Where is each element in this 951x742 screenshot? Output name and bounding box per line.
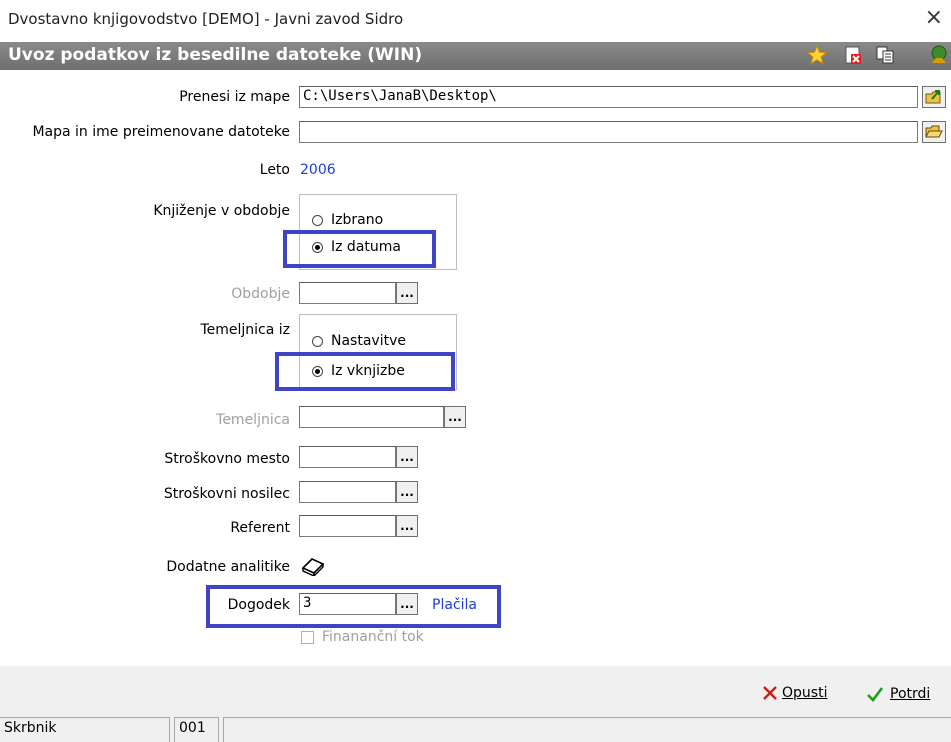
dogodek-label: Dogodek xyxy=(227,597,290,613)
leto-label: Leto xyxy=(259,162,290,178)
document-delete-icon[interactable] xyxy=(842,44,864,66)
stroskovni-nosilec-label: Stroškovni nosilec xyxy=(163,486,290,502)
window-title: Dvostavno knjigovodstvo [DEMO] - Javni z… xyxy=(8,10,404,28)
star-icon[interactable] xyxy=(806,44,828,66)
stroskovni-nosilec-input[interactable] xyxy=(299,481,396,503)
close-icon[interactable]: × xyxy=(925,6,943,30)
radio-nastavitve[interactable]: Nastavitve xyxy=(312,333,406,349)
stroskovno-mesto-input[interactable] xyxy=(299,446,396,468)
obdobje-input[interactable] xyxy=(299,282,396,304)
radio-nastavitve-label: Nastavitve xyxy=(331,333,406,349)
opusti-label: Opusti xyxy=(782,685,828,701)
folder-browse-button[interactable] xyxy=(922,86,946,108)
radio-izbrano[interactable]: Izbrano xyxy=(312,212,383,228)
leto-value: 2006 xyxy=(300,162,336,178)
obdobje-browse-button[interactable]: ... xyxy=(396,282,418,304)
opusti-button[interactable]: Opusti xyxy=(762,685,827,701)
status-user: Skrbnik xyxy=(0,717,170,742)
status-extra xyxy=(223,717,951,742)
copy-icon[interactable] xyxy=(874,44,896,66)
radio-izbrano-label: Izbrano xyxy=(331,212,384,228)
dogodek-description: Plačila xyxy=(432,597,477,613)
prenesi-label: Prenesi iz mape xyxy=(179,89,290,105)
form-body xyxy=(0,70,951,666)
potrdi-button[interactable]: Potrdi xyxy=(866,685,930,703)
knjizenje-label: Knjiženje v obdobje xyxy=(153,203,290,219)
dodatne-analitike-label: Dodatne analitike xyxy=(166,559,290,575)
prenesi-input[interactable]: C:\Users\JanaB\Desktop\ xyxy=(299,86,918,108)
analytics-book-icon[interactable] xyxy=(300,556,326,576)
exit-icon[interactable] xyxy=(928,44,950,66)
stroskovno-mesto-label: Stroškovno mesto xyxy=(164,451,290,467)
dogodek-browse-button[interactable]: ... xyxy=(396,593,418,615)
financni-tok-checkbox[interactable] xyxy=(301,631,314,644)
highlight-iz-datuma xyxy=(283,230,436,268)
referent-input[interactable] xyxy=(299,515,396,537)
open-folder-icon xyxy=(925,125,943,138)
referent-browse-button[interactable]: ... xyxy=(396,515,418,537)
folder-arrow-icon xyxy=(925,90,941,104)
mapa-label: Mapa in ime preimenovane datoteke xyxy=(32,124,290,140)
stroskovno-mesto-browse-button[interactable]: ... xyxy=(396,446,418,468)
obdobje-label: Obdobje xyxy=(231,286,290,302)
radio-nastavitve-dot xyxy=(312,335,323,347)
temeljnica-browse-button[interactable]: ... xyxy=(444,406,466,428)
form-title: Uvoz podatkov iz besedilne datoteke (WIN… xyxy=(8,45,423,65)
temeljnica-input[interactable] xyxy=(299,406,444,428)
potrdi-label: Potrdi xyxy=(890,686,931,702)
highlight-iz-vknjizbe xyxy=(275,352,455,391)
file-open-button[interactable] xyxy=(922,121,946,143)
checkmark-icon xyxy=(867,687,884,702)
status-code: 001 xyxy=(174,717,219,742)
stroskovni-nosilec-browse-button[interactable]: ... xyxy=(396,481,418,503)
mapa-input[interactable] xyxy=(299,121,918,143)
window-titlebar: Dvostavno knjigovodstvo [DEMO] - Javni z… xyxy=(0,0,951,42)
temeljnica-iz-label: Temeljnica iz xyxy=(200,322,290,338)
referent-label: Referent xyxy=(230,520,290,536)
financni-tok-label: Finananční tok xyxy=(322,629,424,645)
temeljnica-label: Temeljnica xyxy=(216,412,290,428)
radio-izbrano-dot xyxy=(312,214,323,226)
dogodek-input[interactable]: 3 xyxy=(299,593,396,615)
cancel-x-icon xyxy=(763,686,777,700)
